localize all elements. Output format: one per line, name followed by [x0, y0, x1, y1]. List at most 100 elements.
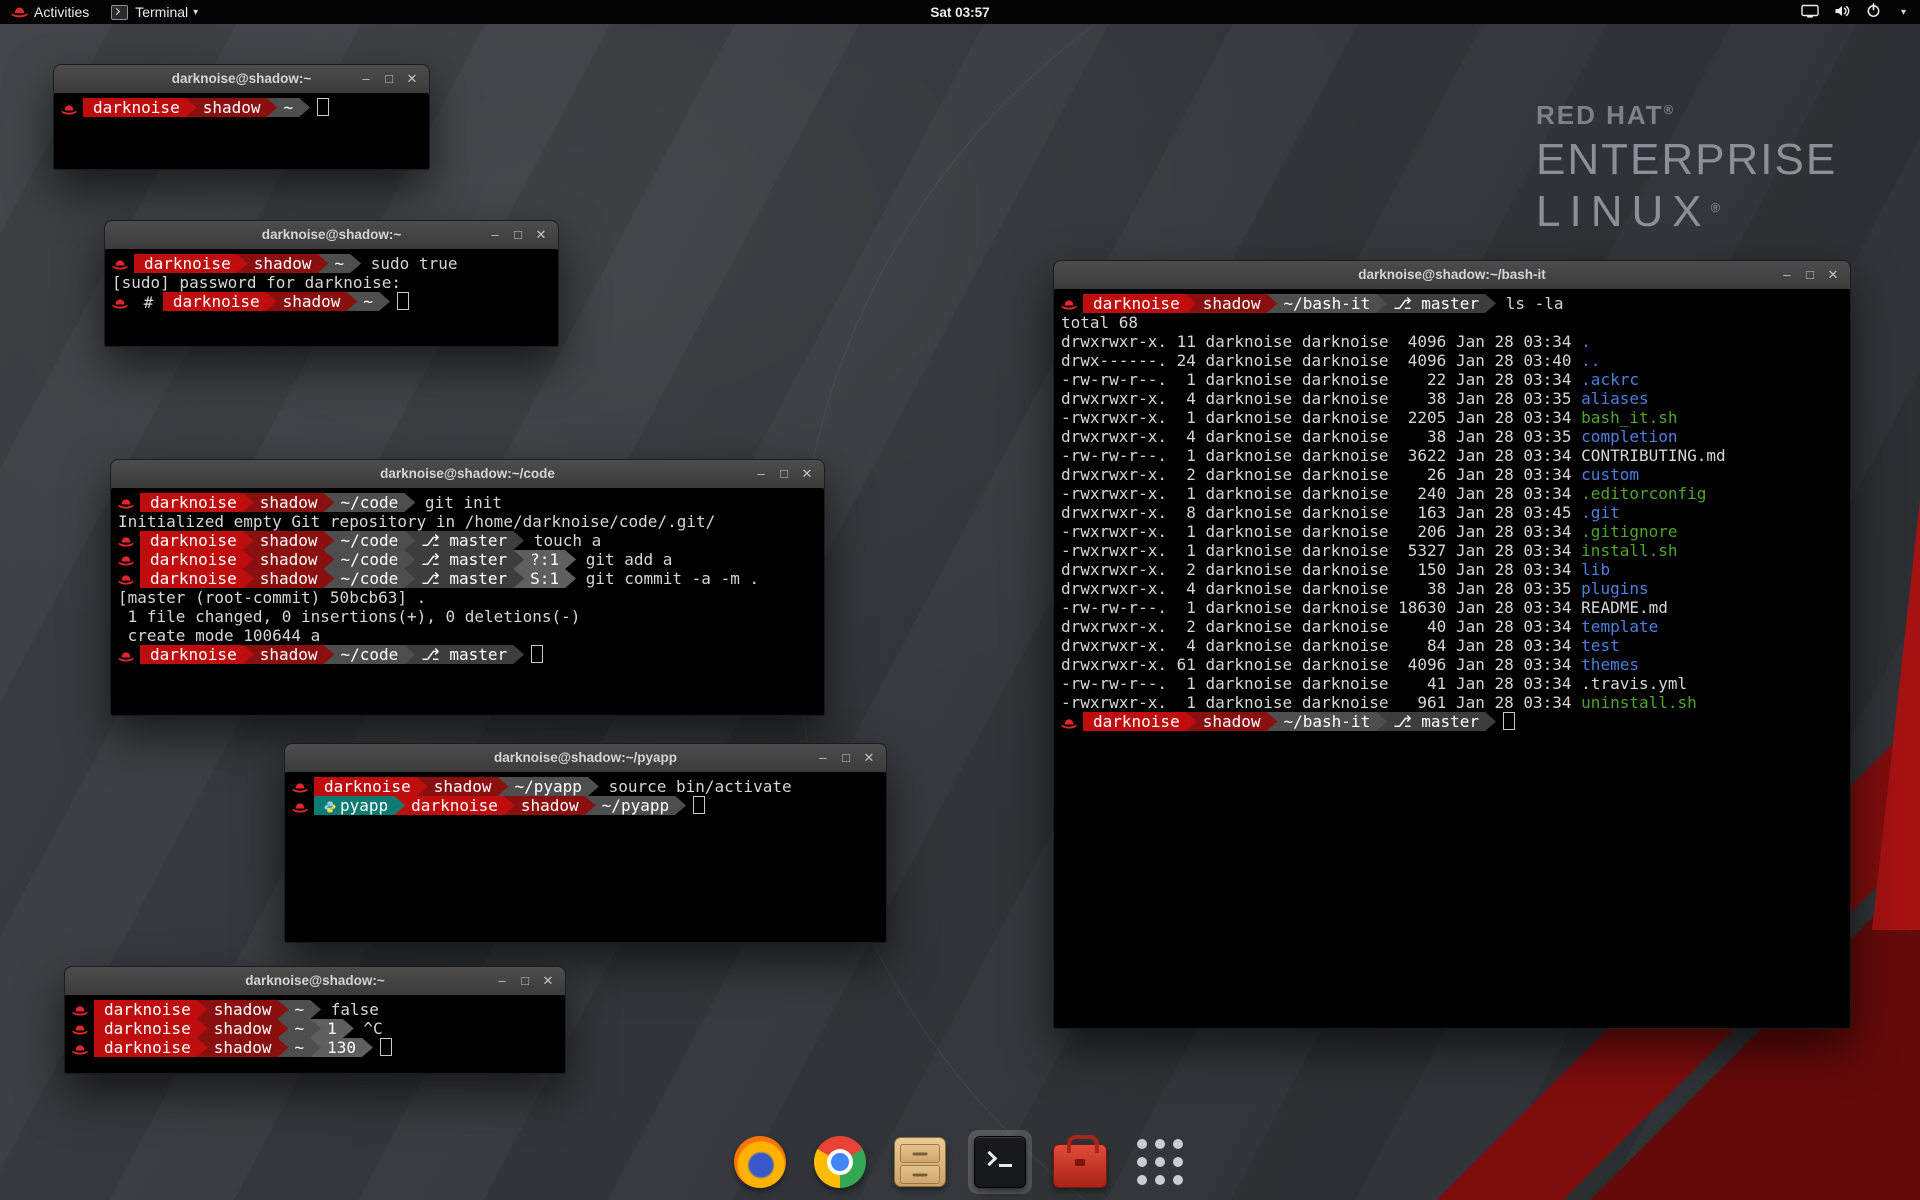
terminal-text: drwxrwxr-x. 4 darknoise darknoise 38 Jan…: [1061, 427, 1581, 446]
dock-chrome-icon[interactable]: [808, 1130, 872, 1194]
system-status-area[interactable]: ▾: [1801, 3, 1920, 21]
activities-button[interactable]: Activities: [0, 0, 100, 24]
terminal-line: drwxrwxr-x. 4 darknoise darknoise 38 Jan…: [1061, 389, 1843, 408]
terminal-text: drwxrwxr-x. 2 darknoise darknoise 26 Jan…: [1061, 465, 1581, 484]
window-titlebar[interactable]: darknoise@shadow:~ – □ ✕: [105, 221, 558, 250]
window-titlebar[interactable]: darknoise@shadow:~/pyapp – □ ✕: [285, 744, 886, 773]
redhat-prompt-icon: [72, 1024, 88, 1036]
terminal-line: -rwxrwxr-x. 1 darknoise darknoise 206 Ja…: [1061, 522, 1843, 541]
terminal-text: README.md: [1581, 598, 1668, 617]
chevron-down-icon: ▾: [1901, 7, 1906, 18]
terminal-content[interactable]: darknoiseshadow~ sudo true[sudo] passwor…: [106, 249, 557, 345]
terminal-content[interactable]: darknoiseshadow~/code git initInitialize…: [112, 488, 823, 714]
prompt-segment: shadow: [243, 550, 335, 569]
dock-firefox-icon[interactable]: [728, 1130, 792, 1194]
terminal-content[interactable]: darknoiseshadow~: [55, 93, 428, 168]
terminal-text: sudo true: [361, 254, 457, 273]
terminal-line: drwxrwxr-x. 2 darknoise darknoise 40 Jan…: [1061, 617, 1843, 636]
rhel-wordmark-line3: LINUX®: [1536, 187, 1837, 237]
terminal-line: total 68: [1061, 313, 1843, 332]
redhat-prompt-icon: [1061, 299, 1077, 311]
window-titlebar[interactable]: darknoise@shadow:~ – □ ✕: [54, 65, 429, 94]
dock-show-applications-icon[interactable]: [1128, 1130, 1192, 1194]
terminal-text: .editorconfig: [1581, 484, 1706, 503]
terminal-window-code: darknoise@shadow:~/code – □ ✕ darknoises…: [110, 459, 825, 716]
prompt-segment: darknoise: [94, 1038, 208, 1057]
close-button[interactable]: ✕: [1823, 265, 1843, 285]
terminal-content[interactable]: darknoiseshadow~/bash-it⎇ master ls -lat…: [1055, 289, 1849, 1027]
prompt-segment: darknoise: [1083, 712, 1197, 731]
window-titlebar[interactable]: darknoise@shadow:~/code – □ ✕: [111, 460, 824, 489]
prompt-segment: darknoise: [83, 98, 197, 117]
terminal-text: false: [321, 1000, 379, 1019]
terminal-text: drwxrwxr-x. 61 darknoise darknoise 4096 …: [1061, 655, 1581, 674]
terminal-text: touch a: [524, 531, 601, 550]
dock-terminal-icon[interactable]: [968, 1130, 1032, 1194]
terminal-line: drwxrwxr-x. 61 darknoise darknoise 4096 …: [1061, 655, 1843, 674]
terminal-window-home-1: darknoise@shadow:~ – □ ✕ darknoiseshadow…: [53, 64, 430, 170]
close-button[interactable]: ✕: [402, 69, 422, 89]
terminal-text: custom: [1581, 465, 1639, 484]
firefox-icon: [734, 1136, 786, 1188]
toolbox-icon: [1053, 1144, 1107, 1188]
maximize-button[interactable]: □: [515, 971, 535, 991]
prompt-segment: ⎇ master: [1376, 294, 1496, 313]
prompt-segment: shadow: [237, 254, 329, 273]
minimize-button[interactable]: –: [356, 69, 376, 89]
prompt-segment: darknoise: [163, 292, 277, 311]
maximize-button[interactable]: □: [1800, 265, 1820, 285]
terminal-line: drwxrwxr-x. 4 darknoise darknoise 38 Jan…: [1061, 579, 1843, 598]
minimize-button[interactable]: –: [492, 971, 512, 991]
prompt-segment: ~/code: [324, 531, 416, 550]
maximize-button[interactable]: □: [836, 748, 856, 768]
prompt-segment: shadow: [266, 292, 358, 311]
window-titlebar[interactable]: darknoise@shadow:~ – □ ✕: [65, 967, 565, 996]
window-titlebar[interactable]: darknoise@shadow:~/bash-it – □ ✕: [1054, 261, 1850, 290]
terminal-cursor: [397, 292, 409, 310]
terminal-text: .travis.yml: [1581, 674, 1687, 693]
maximize-button[interactable]: □: [774, 464, 794, 484]
terminal-text: drwxrwxr-x. 8 darknoise darknoise 163 Ja…: [1061, 503, 1581, 522]
minimize-button[interactable]: –: [751, 464, 771, 484]
close-button[interactable]: ✕: [859, 748, 879, 768]
prompt-segment: ~/pyapp: [498, 777, 599, 796]
terminal-text: .git: [1581, 503, 1620, 522]
dock-files-icon[interactable]: [888, 1130, 952, 1194]
prompt-segment: shadow: [197, 1038, 289, 1057]
terminal-line: darknoiseshadow~ false: [72, 1000, 558, 1019]
prompt-segment: darknoise: [140, 493, 254, 512]
prompt-segment: shadow: [243, 493, 335, 512]
dock-toolbox-icon[interactable]: [1048, 1130, 1112, 1194]
app-menu-terminal[interactable]: Terminal ▾: [100, 0, 209, 24]
window-title: darknoise@shadow:~: [172, 71, 312, 86]
prompt-segment: ~/pyapp: [585, 796, 686, 815]
minimize-button[interactable]: –: [485, 225, 505, 245]
prompt-segment: shadow: [1186, 294, 1278, 313]
terminal-content[interactable]: darknoiseshadow~/pyapp source bin/activa…: [286, 772, 885, 941]
minimize-button[interactable]: –: [813, 748, 833, 768]
terminal-line: drwx------. 24 darknoise darknoise 4096 …: [1061, 351, 1843, 370]
close-button[interactable]: ✕: [531, 225, 551, 245]
terminal-text: drwxrwxr-x. 2 darknoise darknoise 40 Jan…: [1061, 617, 1581, 636]
prompt-segment: shadow: [243, 531, 335, 550]
terminal-text: ls -la: [1496, 294, 1563, 313]
terminal-text: 1 file changed, 0 insertions(+), 0 delet…: [118, 607, 580, 626]
terminal-text: themes: [1581, 655, 1639, 674]
minimize-button[interactable]: –: [1777, 265, 1797, 285]
redhat-prompt-icon: [118, 574, 134, 586]
maximize-button[interactable]: □: [379, 69, 399, 89]
clock[interactable]: Sat 03:57: [930, 5, 989, 20]
terminal-text: bash_it.sh: [1581, 408, 1677, 427]
terminal-text: template: [1581, 617, 1658, 636]
terminal-window-home-2: darknoise@shadow:~ – □ ✕ darknoiseshadow…: [64, 966, 566, 1074]
terminal-text: -rwxrwxr-x. 1 darknoise darknoise 206 Ja…: [1061, 522, 1581, 541]
close-button[interactable]: ✕: [797, 464, 817, 484]
window-title: darknoise@shadow:~/code: [380, 466, 555, 481]
prompt-segment: ~/bash-it: [1267, 712, 1388, 731]
terminal-content[interactable]: darknoiseshadow~ falsedarknoiseshadow~1 …: [66, 995, 564, 1072]
maximize-button[interactable]: □: [508, 225, 528, 245]
close-button[interactable]: ✕: [538, 971, 558, 991]
terminal-line: -rw-rw-r--. 1 darknoise darknoise 22 Jan…: [1061, 370, 1843, 389]
prompt-segment: ⎇ master: [404, 645, 524, 664]
terminal-icon: [974, 1136, 1026, 1188]
